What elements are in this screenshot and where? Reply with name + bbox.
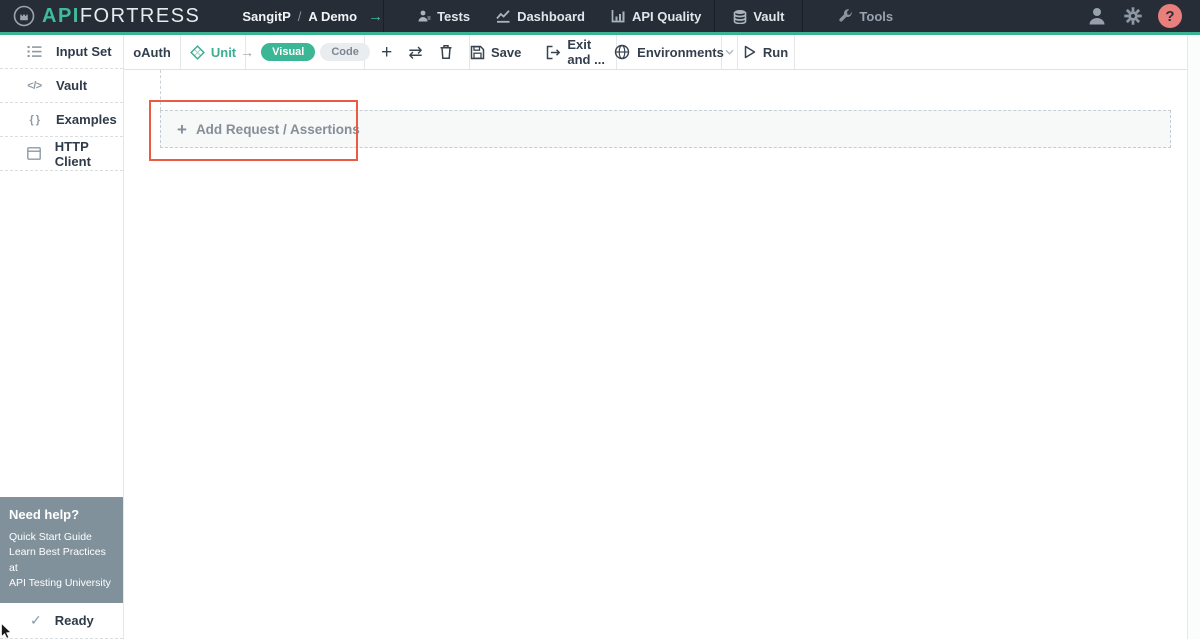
breadcrumb-separator: / <box>297 8 302 24</box>
reorder-swap-icon[interactable]: ⇄ <box>408 44 422 61</box>
scrollbar-gutter[interactable] <box>1187 35 1200 639</box>
need-help-title: Need help? <box>9 507 80 523</box>
help-button[interactable]: ? <box>1158 4 1182 28</box>
run-label: Run <box>762 44 789 60</box>
unit-diamond-icon <box>189 44 205 60</box>
logo-fortress-text: FORTRESS <box>79 5 201 27</box>
status-ready-label: Ready <box>54 613 94 628</box>
mouse-cursor <box>1 623 12 639</box>
composer-canvas: + Add Request / Assertions <box>124 70 1187 639</box>
nav-item-tools[interactable]: Tools <box>825 9 906 24</box>
nav-item-label: Tests <box>437 8 471 24</box>
top-navbar: APIFORTRESS SangitP / A Demo → Tests Das… <box>0 0 1200 35</box>
breadcrumb-project[interactable]: A Demo <box>308 9 357 24</box>
breadcrumb-arrow-icon: → <box>368 7 384 25</box>
unit-test-button[interactable]: Unit <box>181 35 246 69</box>
nav-item-label: Tools <box>859 8 894 24</box>
visual-mode-pill[interactable]: Visual <box>261 43 316 61</box>
dashboard-chart-icon <box>496 9 511 23</box>
code-mode-pill[interactable]: Code <box>320 43 370 61</box>
database-icon <box>733 9 747 24</box>
fortress-logo-icon <box>13 5 35 27</box>
quick-start-guide-link[interactable]: Quick Start Guide <box>9 530 115 545</box>
settings-gear-icon[interactable] <box>1122 5 1144 27</box>
globe-icon <box>614 44 630 60</box>
composer-toolbar: oAuth Unit → Visual Code + ⇄ Save Exit a… <box>124 35 1187 70</box>
nav-items: Tests Dashboard API Quality <box>404 0 714 32</box>
navbar-right: ? <box>1086 4 1200 28</box>
nav-item-vault[interactable]: Vault <box>715 9 802 24</box>
nav-item-label: API Quality <box>631 8 702 24</box>
nav-item-label: Dashboard <box>517 8 585 24</box>
save-label: Save <box>491 44 522 60</box>
best-practices-link-line2[interactable]: API Testing University <box>9 576 115 591</box>
api-fortress-app: APIFORTRESS SangitP / A Demo → Tests Das… <box>0 0 1200 639</box>
sidebar-item-examples[interactable]: { } Examples <box>0 103 123 137</box>
sidebar-item-label: Input Set <box>56 44 112 59</box>
nav-divider <box>383 0 385 32</box>
chevron-down-icon <box>725 49 734 55</box>
sidebar-item-vault[interactable]: </> Vault <box>0 69 123 103</box>
nav-item-tests[interactable]: Tests <box>404 0 483 32</box>
environments-button[interactable]: Environments <box>614 35 724 69</box>
run-play-icon <box>744 45 756 59</box>
best-practices-link-line1[interactable]: Learn Best Practices at <box>9 545 115 575</box>
browser-window-icon <box>26 147 42 160</box>
add-component-icon[interactable]: + <box>381 43 392 62</box>
nav-divider <box>802 0 804 32</box>
nav-item-dashboard[interactable]: Dashboard <box>483 0 598 32</box>
run-button[interactable]: Run <box>738 35 795 69</box>
breadcrumb[interactable]: SangitP / A Demo → <box>242 8 383 25</box>
save-floppy-icon <box>470 45 485 60</box>
user-account-icon[interactable] <box>1086 5 1108 27</box>
nav-item-api-quality[interactable]: API Quality <box>598 0 714 32</box>
sidebar-item-label: HTTP Client <box>54 138 91 169</box>
unit-label: Unit <box>210 44 237 60</box>
environments-dropdown-toggle[interactable] <box>722 35 738 69</box>
environments-label: Environments <box>637 44 724 60</box>
component-actions: + ⇄ <box>365 35 470 69</box>
sidebar-item-input-set[interactable]: Input Set <box>0 35 123 69</box>
view-mode-switch: → Visual Code <box>240 35 370 69</box>
file-actions: Save Exit and ... <box>470 35 617 69</box>
need-help-box: Need help? Quick Start Guide Learn Best … <box>0 497 123 603</box>
left-sidebar: Input Set </> Vault { } Examples HTTP Cl… <box>0 35 124 639</box>
braces-icon: { } <box>29 113 40 126</box>
sidebar-item-http-client[interactable]: HTTP Client <box>0 137 123 171</box>
logo-api-text: API <box>42 5 80 27</box>
list-icon <box>26 45 43 58</box>
trash-icon[interactable] <box>439 44 453 60</box>
save-button[interactable]: Save <box>470 45 521 60</box>
plus-icon: + <box>177 119 187 139</box>
check-icon: ✓ <box>30 612 42 628</box>
sidebar-item-label: Examples <box>56 112 117 127</box>
app-logo[interactable]: APIFORTRESS <box>0 5 200 27</box>
oauth-button[interactable]: oAuth <box>124 35 181 69</box>
logo-wordmark: APIFORTRESS <box>42 6 200 26</box>
flow-connector-line <box>160 70 161 110</box>
add-request-assertions-label: Add Request / Assertions <box>195 121 360 137</box>
wrench-icon <box>838 8 853 24</box>
help-question-glyph: ? <box>1165 7 1175 25</box>
nav-item-label: Vault <box>753 8 785 24</box>
bar-chart-icon <box>611 9 626 23</box>
code-icon: </> <box>27 79 42 92</box>
oauth-label: oAuth <box>133 44 171 60</box>
tests-user-icon <box>417 9 431 23</box>
status-row: ✓ Ready <box>0 603 123 639</box>
exit-label: Exit and ... <box>567 37 605 67</box>
exit-arrow-icon <box>545 45 561 60</box>
sidebar-item-label: Vault <box>56 78 88 93</box>
breadcrumb-user[interactable]: SangitP <box>242 9 290 24</box>
add-request-assertions-button[interactable]: + Add Request / Assertions <box>160 110 1171 148</box>
exit-button[interactable]: Exit and ... <box>545 37 616 67</box>
mode-arrow-icon: → <box>240 44 255 60</box>
